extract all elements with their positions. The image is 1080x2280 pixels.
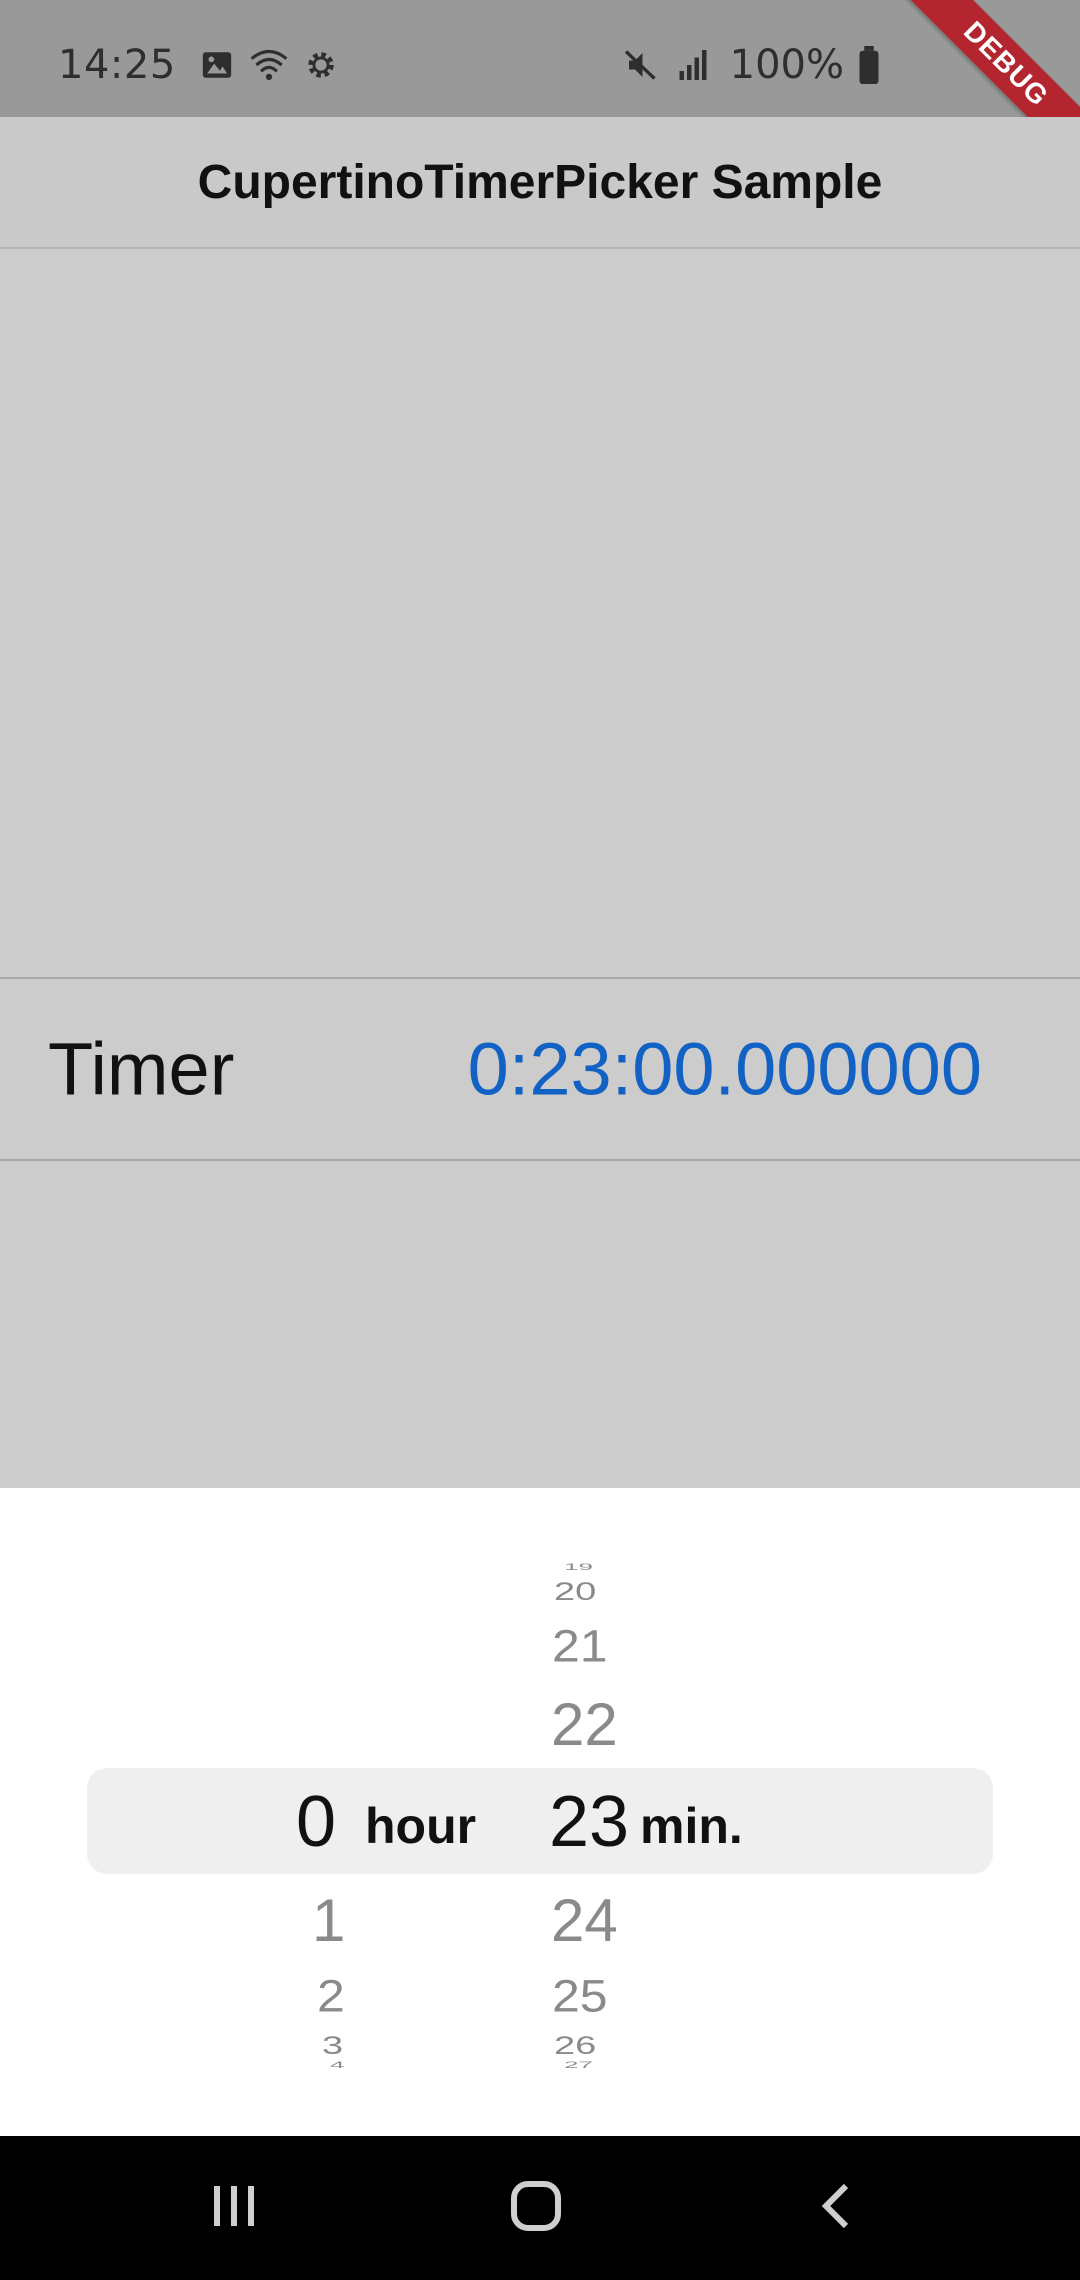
hour-item[interactable]: 1 (312, 1886, 345, 1956)
page-title: CupertinoTimerPicker Sample (197, 155, 883, 209)
minute-item[interactable]: 24 (551, 1886, 618, 1956)
modal-barrier[interactable] (0, 249, 1080, 1488)
timer-row[interactable]: Timer 0:23:00.000000 (0, 977, 1080, 1161)
picker-selection-highlight (87, 1768, 993, 1874)
hour-item[interactable]: 2 (317, 1971, 345, 2021)
navigation-bar: CupertinoTimerPicker Sample (0, 117, 1080, 249)
system-navigation-bar (0, 2136, 1080, 2280)
signal-icon (674, 46, 712, 84)
settings-icon (302, 46, 340, 84)
timer-label: Timer (48, 1027, 235, 1111)
minute-item[interactable]: 27 (564, 2060, 593, 2069)
status-left: 14:25 (58, 42, 354, 88)
timer-picker-sheet[interactable]: 0 hour 1 2 3 4 19 20 21 22 23 min. 24 25… (0, 1488, 1080, 2136)
minute-item[interactable]: 20 (554, 1579, 596, 1605)
minute-item[interactable]: 22 (551, 1690, 618, 1760)
mute-icon (622, 46, 660, 84)
minute-item[interactable]: 25 (552, 1971, 608, 2021)
hour-item[interactable]: 3 (322, 2033, 343, 2059)
recents-icon (206, 2178, 262, 2238)
minute-item[interactable]: 26 (554, 2033, 596, 2059)
battery-percent: 100% (729, 42, 844, 88)
home-icon (506, 2176, 566, 2240)
back-button[interactable] (758, 2136, 918, 2280)
minute-item[interactable]: 21 (552, 1621, 608, 1671)
status-bar: 14:25 100% (0, 0, 1080, 117)
minute-selected[interactable]: 23 (549, 1782, 629, 1862)
minute-item[interactable]: 19 (564, 1562, 593, 1571)
minute-unit-label: min. (640, 1798, 743, 1854)
status-time: 14:25 (58, 42, 176, 88)
wifi-icon (250, 46, 288, 84)
hour-selected[interactable]: 0 (296, 1782, 336, 1862)
timer-value-button[interactable]: 0:23:00.000000 (468, 1027, 982, 1112)
recents-button[interactable] (154, 2136, 314, 2280)
hour-unit-label: hour (365, 1798, 477, 1854)
status-right: 100% (622, 42, 902, 88)
home-button[interactable] (456, 2136, 616, 2280)
battery-icon (850, 46, 888, 84)
image-icon (198, 46, 236, 84)
hour-item[interactable]: 4 (330, 2060, 344, 2069)
back-icon (810, 2178, 866, 2238)
